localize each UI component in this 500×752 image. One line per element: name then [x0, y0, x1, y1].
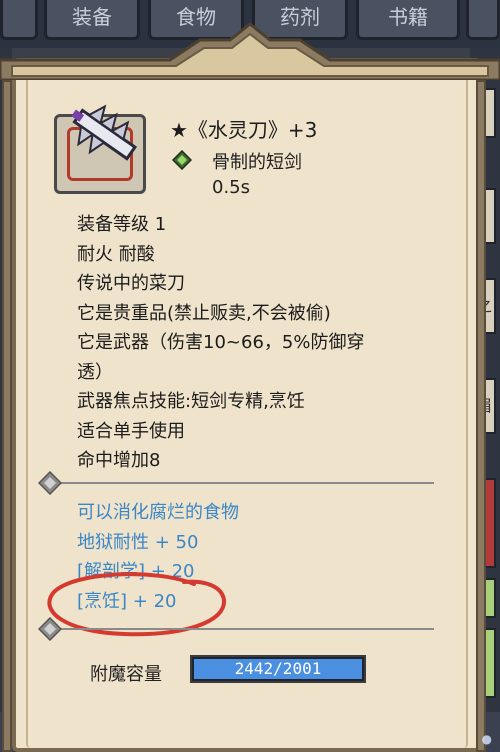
desc-line: 传说中的菜刀 [77, 273, 185, 294]
item-description: 装备等级 1 耐火 耐酸 传说中的菜刀 它是贵重品(禁止贩卖,不会被偷) 它是武… [77, 210, 437, 476]
desc-line: 它是武器（伤害10~66，5%防御穿 [77, 332, 365, 353]
enchant-capacity-bar: 2442/2001 [190, 655, 366, 683]
divider-diamond-icon [38, 471, 62, 495]
section-divider [56, 628, 434, 630]
item-title: ★《水灵刀》+3 [170, 118, 318, 142]
rarity-diamond-icon [172, 150, 192, 170]
watermark-logo: ● [481, 732, 492, 746]
desc-line: 它是贵重品(禁止贩卖,不会被偷) [77, 302, 331, 324]
item-icon-frame[interactable] [54, 104, 146, 194]
enchant-capacity-value: 2442/2001 [234, 659, 322, 678]
attack-speed: 0.5s [212, 177, 251, 198]
desc-line: 耐火 耐酸 [77, 243, 155, 265]
enchant-capacity-label: 附魔容量 [90, 664, 162, 685]
desc-line: 透） [77, 361, 113, 383]
blade-icon [71, 104, 138, 161]
item-type: 骨制的短剑 [212, 152, 302, 173]
desc-line: 装备等级 1 [77, 214, 167, 235]
effect-line: 可以消化腐烂的食物 [77, 502, 239, 523]
section-divider [56, 482, 434, 484]
panel-left-rod [2, 80, 12, 752]
desc-line: 武器焦点技能:短剑专精,烹饪 [77, 391, 305, 412]
desc-line: 适合单手使用 [77, 420, 185, 442]
desc-line: 命中增加8 [77, 450, 161, 471]
panel-crest [0, 22, 500, 80]
divider-diamond-icon [38, 617, 62, 641]
effect-line: 地狱耐性 + 50 [77, 531, 199, 553]
panel-right-rod [476, 80, 486, 752]
